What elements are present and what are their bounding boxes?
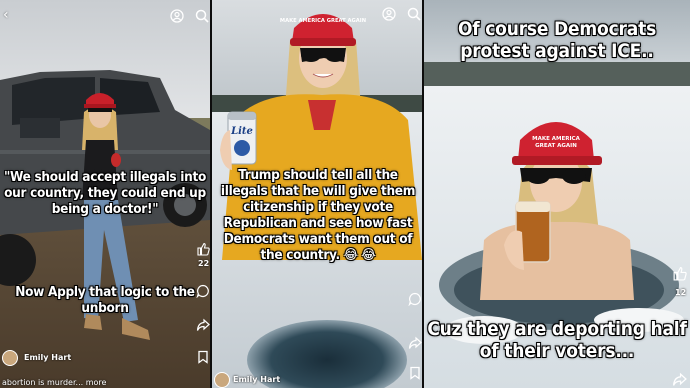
- profile-icon[interactable]: [170, 9, 184, 23]
- share-icon[interactable]: [672, 372, 687, 387]
- share-icon[interactable]: [196, 318, 210, 332]
- search-icon[interactable]: [195, 9, 209, 23]
- comment-icon[interactable]: [196, 284, 210, 298]
- like-count: 12: [675, 288, 687, 297]
- caption: Trump should tell all the illegals that …: [220, 167, 416, 263]
- video-panel-2[interactable]: MAKE AMERICA GREAT AGAIN Lite Trump shou…: [212, 0, 422, 388]
- author-avatar[interactable]: [2, 350, 18, 366]
- search-icon[interactable]: [407, 7, 421, 21]
- caption-bottom: Cuz they are deporting half of their vot…: [427, 318, 687, 363]
- caption-top: "We should accept illegals into our coun…: [3, 169, 207, 217]
- post-description[interactable]: abortion is murder... more: [2, 378, 106, 387]
- chevron-left-icon[interactable]: ‹: [3, 8, 9, 22]
- author-name[interactable]: Emily Hart: [233, 375, 280, 384]
- svg-text:MAKE AMERICA: MAKE AMERICA: [532, 136, 580, 142]
- like-count: 22: [198, 259, 210, 268]
- can-label: Lite: [230, 126, 253, 137]
- caption-top: Of course Democrats protest against ICE.…: [457, 18, 657, 63]
- thumbs-up-icon[interactable]: [672, 266, 687, 281]
- author-name[interactable]: Emily Hart: [24, 353, 71, 362]
- caption-bottom: Now Apply that logic to the unborn: [15, 284, 195, 316]
- profile-icon[interactable]: [382, 7, 396, 21]
- bookmark-icon[interactable]: [409, 366, 421, 380]
- svg-text:GREAT AGAIN: GREAT AGAIN: [535, 143, 577, 149]
- hat-text: MAKE AMERICA GREAT AGAIN: [280, 18, 366, 24]
- comment-icon[interactable]: [408, 292, 422, 306]
- video-panel-1[interactable]: ‹ "We should accept illegals into our co…: [0, 0, 210, 388]
- bookmark-icon[interactable]: [197, 350, 209, 364]
- thumbs-up-icon[interactable]: [196, 242, 210, 256]
- author-avatar[interactable]: [214, 372, 230, 388]
- video-panel-3[interactable]: MAKE AMERICA GREAT AGAIN Of course Democ…: [424, 0, 690, 388]
- share-icon[interactable]: [408, 336, 422, 350]
